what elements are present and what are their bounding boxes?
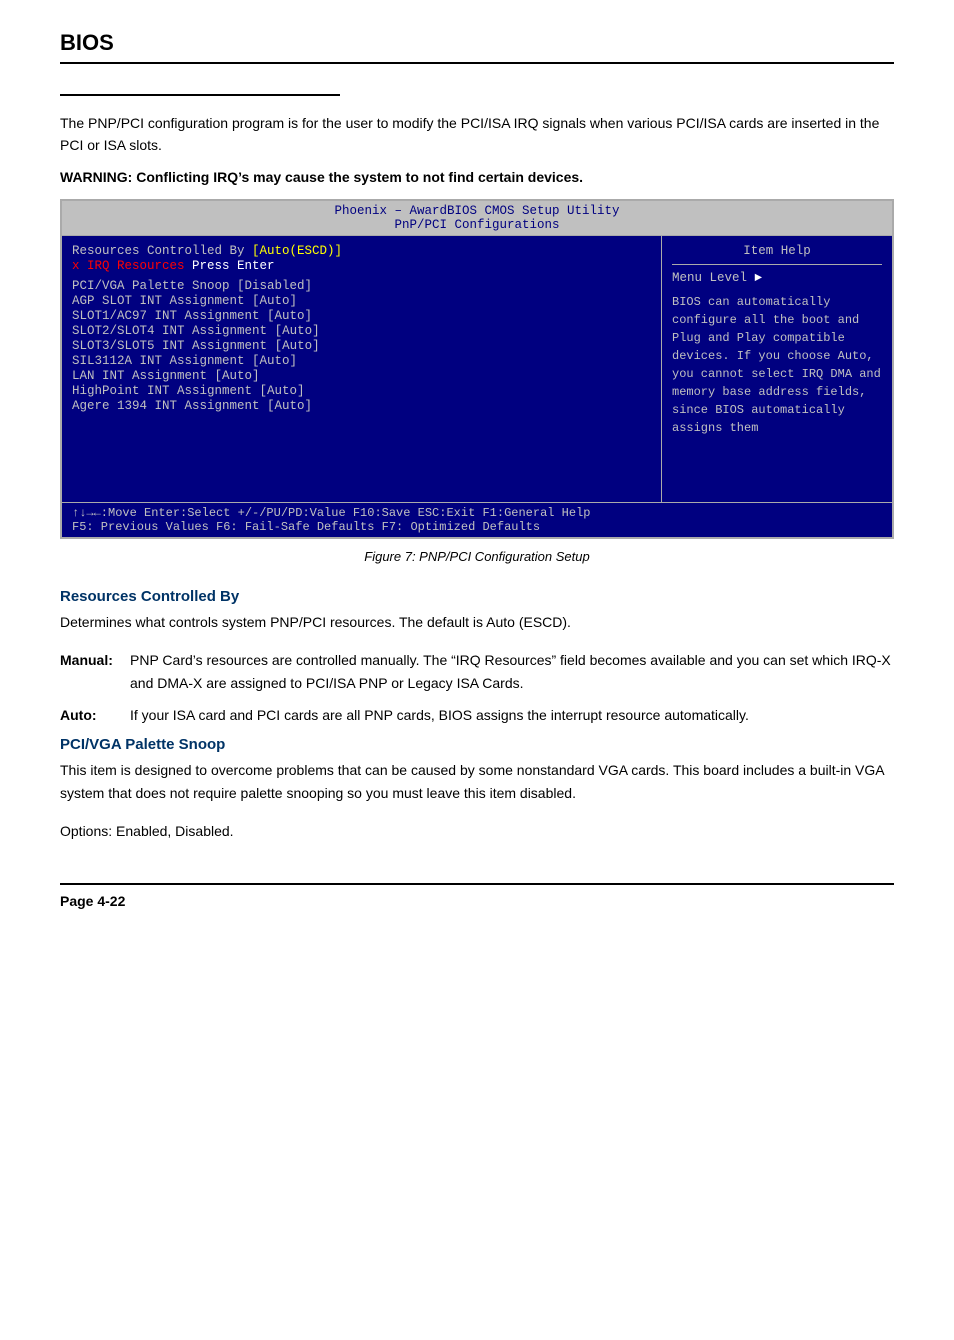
term-label-auto: Auto: xyxy=(60,704,130,726)
bios-value-resources: [Auto(ESCD)] xyxy=(252,244,342,258)
bios-value-lan: [Auto] xyxy=(215,369,260,383)
bios-right-panel: Item Help Menu Level ► BIOS can automati… xyxy=(662,236,892,502)
section-divider xyxy=(60,94,340,96)
bios-value-irq: Press Enter xyxy=(192,259,275,273)
bios-title-line2: PnP/PCI Configurations xyxy=(62,218,892,232)
bios-value-slot2: [Auto] xyxy=(275,324,320,338)
section-pcivga: PCI/VGA Palette Snoop This item is desig… xyxy=(60,736,894,842)
term-label-manual: Manual: xyxy=(60,649,130,694)
bios-row-slot3: SLOT3/SLOT5 INT Assignment [Auto] xyxy=(72,339,651,353)
page-number: Page 4-22 xyxy=(60,893,125,909)
bios-row-resources: Resources Controlled By [Auto(ESCD)] xyxy=(72,244,651,258)
bios-help-divider xyxy=(672,264,882,265)
bios-row-agere: Agere 1394 INT Assignment [Auto] xyxy=(72,399,651,413)
bios-footer: ↑↓→←:Move Enter:Select +/-/PU/PD:Value F… xyxy=(62,502,892,537)
bios-label-resources: Resources Controlled By xyxy=(72,244,245,258)
figure-caption: Figure 7: PNP/PCI Configuration Setup xyxy=(60,549,894,564)
warning-text: WARNING: Conflicting IRQ’s may cause the… xyxy=(60,169,894,185)
bios-value-agp: [Auto] xyxy=(252,294,297,308)
bios-row-highpoint: HighPoint INT Assignment [Auto] xyxy=(72,384,651,398)
bios-footer-text2: F5: Previous Values F6: Fail-Safe Defaul… xyxy=(72,520,540,534)
bios-help-title: Item Help xyxy=(672,244,882,258)
bios-label-slot1: SLOT1/AC97 INT Assignment xyxy=(72,309,267,323)
bios-label-sil: SIL3112A INT Assignment xyxy=(72,354,252,368)
bios-help-text: BIOS can automatically configure all the… xyxy=(672,293,882,437)
section-options-pcivga: Options: Enabled, Disabled. xyxy=(60,820,894,842)
bios-value-highpoint: [Auto] xyxy=(260,384,305,398)
bios-row-slot1: SLOT1/AC97 INT Assignment [Auto] xyxy=(72,309,651,323)
bios-value-slot1: [Auto] xyxy=(267,309,312,323)
bios-row-pcivga: PCI/VGA Palette Snoop [Disabled] xyxy=(72,279,651,293)
section-resources-controlled-by: Resources Controlled By Determines what … xyxy=(60,588,894,727)
term-row-manual: Manual: PNP Card’s resources are control… xyxy=(60,649,894,694)
page-header: BIOS xyxy=(60,30,894,64)
bios-menu-arrow: ► xyxy=(755,271,763,285)
bios-label-slot3: SLOT3/SLOT5 INT Assignment xyxy=(72,339,267,353)
bios-label-highpoint: HighPoint INT Assignment xyxy=(72,384,260,398)
term-row-auto: Auto: If your ISA card and PCI cards are… xyxy=(60,704,894,726)
page-title: BIOS xyxy=(60,30,894,56)
bios-footer-text1: ↑↓→←:Move Enter:Select +/-/PU/PD:Value F… xyxy=(72,506,590,520)
bios-label-agp: AGP SLOT INT Assignment xyxy=(72,294,252,308)
bios-title-line1: Phoenix – AwardBIOS CMOS Setup Utility xyxy=(62,204,892,218)
bios-footer-row2: F5: Previous Values F6: Fail-Safe Defaul… xyxy=(72,520,882,534)
bios-row-sil: SIL3112A INT Assignment [Auto] xyxy=(72,354,651,368)
bios-footer-row1: ↑↓→←:Move Enter:Select +/-/PU/PD:Value F… xyxy=(72,506,882,520)
term-desc-auto: If your ISA card and PCI cards are all P… xyxy=(130,704,894,726)
section-body-resources: Determines what controls system PNP/PCI … xyxy=(60,611,894,633)
bios-screen: Phoenix – AwardBIOS CMOS Setup Utility P… xyxy=(60,199,894,539)
bios-empty-area xyxy=(72,414,651,494)
bios-row-irq: x IRQ Resources Press Enter xyxy=(72,259,651,273)
bios-label-lan: LAN INT Assignment xyxy=(72,369,215,383)
bios-left-panel: Resources Controlled By [Auto(ESCD)] x I… xyxy=(62,236,662,502)
bios-row-agp: AGP SLOT INT Assignment [Auto] xyxy=(72,294,651,308)
bios-label-pcivga: PCI/VGA Palette Snoop xyxy=(72,279,237,293)
bios-main-area: Resources Controlled By [Auto(ESCD)] x I… xyxy=(62,235,892,502)
bios-value-slot3: [Auto] xyxy=(275,339,320,353)
bios-menu-level-label: Menu Level xyxy=(672,271,747,285)
section-heading-resources: Resources Controlled By xyxy=(60,588,894,605)
bios-menu-level: Menu Level ► xyxy=(672,271,882,285)
bios-label-irq: x IRQ Resources xyxy=(72,259,185,273)
section-heading-pcivga: PCI/VGA Palette Snoop xyxy=(60,736,894,753)
section-body-pcivga: This item is designed to overcome proble… xyxy=(60,759,894,804)
bios-label-agere: Agere 1394 INT Assignment xyxy=(72,399,267,413)
bios-row-lan: LAN INT Assignment [Auto] xyxy=(72,369,651,383)
bios-row-slot2: SLOT2/SLOT4 INT Assignment [Auto] xyxy=(72,324,651,338)
bios-title-bar: Phoenix – AwardBIOS CMOS Setup Utility P… xyxy=(62,201,892,235)
bios-label-slot2: SLOT2/SLOT4 INT Assignment xyxy=(72,324,267,338)
bios-value-sil: [Auto] xyxy=(252,354,297,368)
page-footer: Page 4-22 xyxy=(60,883,894,909)
intro-paragraph: The PNP/PCI configuration program is for… xyxy=(60,112,894,157)
bios-value-pcivga: [Disabled] xyxy=(237,279,312,293)
term-desc-manual: PNP Card’s resources are controlled manu… xyxy=(130,649,894,694)
bios-value-agere: [Auto] xyxy=(267,399,312,413)
